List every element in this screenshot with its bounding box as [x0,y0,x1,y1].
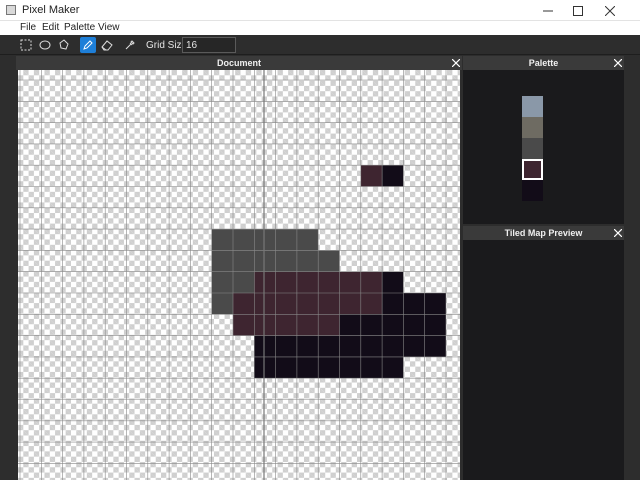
close-icon [605,5,615,16]
lasso-icon [59,39,69,50]
menu-view[interactable]: View [98,22,120,33]
palette-swatch[interactable] [522,180,543,201]
maximize-button[interactable] [562,0,594,21]
minimize-icon [543,10,553,11]
rect-select-icon [20,39,32,51]
eraser-tool[interactable] [99,37,115,53]
window-title: Pixel Maker [22,4,80,16]
lasso-tool[interactable] [56,37,72,53]
tiled-preview-panel [463,240,624,480]
eyedropper-tool[interactable] [122,37,138,53]
tiled-preview-header: Tiled Map Preview [463,226,624,240]
palette-panel-header: Palette [463,56,624,70]
eyedropper-icon [125,40,135,50]
minimize-button[interactable] [532,0,564,21]
close-window-button[interactable] [594,0,626,21]
palette-panel [463,70,624,224]
document-panel-header: Document [16,56,462,70]
pencil-icon [83,40,93,50]
pixel-canvas[interactable] [18,70,460,480]
grid-size-input[interactable] [182,37,236,53]
close-icon [452,59,460,67]
close-icon [614,59,622,67]
close-icon [614,229,622,237]
ellipse-select-icon [39,40,51,50]
palette-swatch[interactable] [522,138,543,159]
menu-edit[interactable]: Edit [42,22,59,33]
ellipse-select-tool[interactable] [37,37,53,53]
tiled-preview-close-button[interactable] [612,226,624,240]
painted-pixel [211,229,319,251]
palette-swatch[interactable] [522,117,543,138]
rect-select-tool[interactable] [18,37,34,53]
title-bar[interactable]: Pixel Maker [0,0,640,21]
menu-bar: File Edit Palette View [0,21,640,35]
toolbar: Grid Size [0,35,640,55]
pencil-tool[interactable] [80,37,96,53]
palette-close-button[interactable] [612,56,624,70]
maximize-icon [573,5,583,16]
eraser-icon [101,40,113,51]
painted-pixel [382,165,404,187]
grid-size-label: Grid Size [146,40,188,51]
app-window: Pixel Maker File Edit Palette View Grid … [0,0,640,480]
palette-swatch[interactable] [522,159,543,180]
painted-pixel [360,165,383,187]
app-icon [6,5,16,15]
palette-swatch[interactable] [522,96,543,117]
menu-palette[interactable]: Palette [64,22,95,33]
pixel-layer [18,70,460,480]
document-close-button[interactable] [450,56,462,70]
menu-file[interactable]: File [20,22,36,33]
